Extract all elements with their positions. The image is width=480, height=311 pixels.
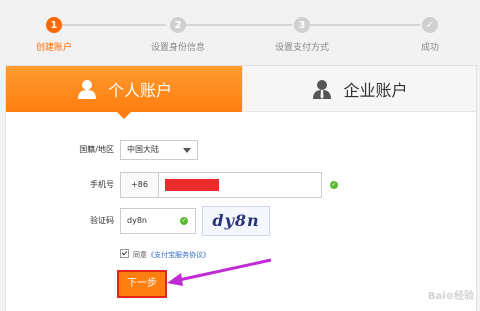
tab-personal-account[interactable]: 个人账户: [6, 66, 242, 119]
region-label: 国籍/地区: [79, 145, 114, 154]
step-2-circle: 2: [170, 17, 186, 33]
user-icon: [76, 78, 98, 100]
agree-checkbox[interactable]: [120, 249, 129, 258]
captcha-valid-icon: ✓: [180, 217, 188, 225]
tab-business-account[interactable]: 企业账户: [242, 66, 476, 112]
phone-prefix: +86: [120, 172, 158, 198]
redaction-mark: [165, 179, 219, 191]
account-type-tabs: 个人账户 企业账户: [6, 66, 476, 119]
tab-personal-label: 个人账户: [107, 81, 172, 100]
captcha-label: 验证码: [90, 216, 114, 225]
tab-business-label: 企业账户: [343, 80, 408, 100]
step-connector: [310, 24, 420, 26]
annotation-arrow-icon: [167, 258, 272, 286]
watermark-logo: Bai⊛经验: [427, 291, 474, 302]
captcha-image-text: dy8n: [212, 211, 260, 230]
phone-label: 手机号: [90, 180, 114, 189]
next-step-button[interactable]: 下一步: [117, 270, 167, 298]
step-connector: [186, 24, 292, 26]
step-2-label: 设置身份信息: [150, 43, 206, 53]
step-4-label: 成功: [420, 43, 440, 53]
step-1-label: 创建账户: [35, 43, 73, 53]
step-1-circle: 1: [46, 17, 62, 33]
chevron-down-icon: [183, 148, 191, 153]
step-3-label: 设置支付方式: [274, 43, 330, 53]
agree-text: 同意: [133, 251, 147, 259]
phone-input[interactable]: [158, 172, 322, 198]
captcha-image[interactable]: dy8n: [202, 206, 270, 236]
captcha-input-value: dy8n: [127, 216, 147, 225]
business-user-icon: [311, 78, 333, 100]
phone-valid-icon: ✓: [330, 181, 338, 189]
region-select[interactable]: 中国大陆: [120, 140, 198, 160]
step-connector: [62, 24, 166, 26]
step-3-circle: 3: [294, 17, 310, 33]
region-value: 中国大陆: [127, 145, 159, 154]
progress-stepper: 1 创建账户 2 设置身份信息 3 设置支付方式 ✓ 成功: [0, 0, 480, 60]
step-4-circle: ✓: [422, 17, 438, 33]
